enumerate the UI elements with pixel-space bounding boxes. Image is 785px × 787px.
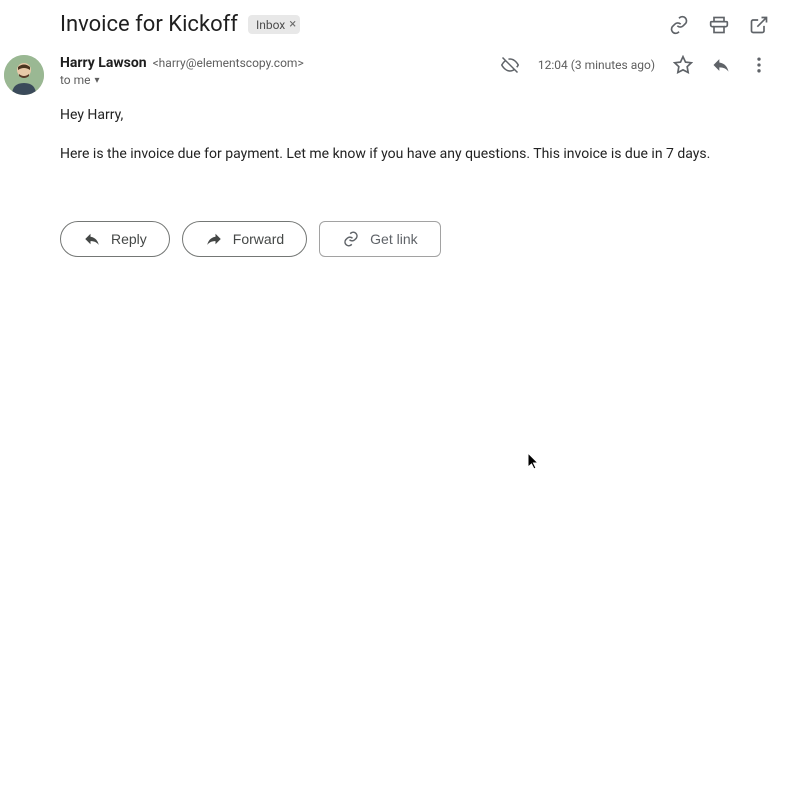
open-new-window-icon[interactable]	[749, 15, 769, 35]
action-buttons: Reply Forward Get link	[60, 221, 769, 257]
chevron-down-icon[interactable]: ▾	[95, 75, 100, 86]
header-actions	[669, 15, 769, 35]
reply-arrow-icon	[83, 230, 101, 248]
body-greeting: Hey Harry,	[60, 105, 769, 126]
get-link-button[interactable]: Get link	[319, 221, 440, 257]
close-icon[interactable]: ×	[289, 17, 296, 32]
body-paragraph: Here is the invoice due for payment. Let…	[60, 144, 769, 165]
sender-name[interactable]: Harry Lawson	[60, 55, 147, 71]
link-icon[interactable]	[669, 15, 689, 35]
inbox-label-chip[interactable]: Inbox ×	[248, 15, 300, 34]
label-text: Inbox	[256, 18, 285, 32]
link-icon	[342, 230, 360, 248]
reply-button[interactable]: Reply	[60, 221, 170, 257]
meta-actions: 12:04 (3 minutes ago)	[500, 55, 769, 75]
sender-info: Harry Lawson <harry@elementscopy.com> to…	[60, 55, 304, 87]
email-subject: Invoice for Kickoff	[60, 12, 238, 37]
tracking-disabled-icon[interactable]	[500, 55, 520, 75]
forward-arrow-icon	[205, 230, 223, 248]
forward-label: Forward	[233, 231, 284, 247]
email-body: Hey Harry, Here is the invoice due for p…	[60, 105, 769, 165]
recipient-line[interactable]: to me ▾	[60, 73, 304, 87]
reply-icon[interactable]	[711, 55, 731, 75]
sender-email: <harry@elementscopy.com>	[153, 56, 304, 70]
recipient-text: to me	[60, 73, 91, 87]
email-header: Invoice for Kickoff Inbox ×	[60, 8, 769, 55]
subject-group: Invoice for Kickoff Inbox ×	[60, 12, 300, 37]
cursor-pointer	[528, 453, 542, 475]
more-icon[interactable]	[749, 55, 769, 75]
forward-button[interactable]: Forward	[182, 221, 307, 257]
sender-row: Harry Lawson <harry@elementscopy.com> to…	[60, 55, 769, 87]
get-link-label: Get link	[370, 231, 417, 247]
timestamp: 12:04 (3 minutes ago)	[538, 58, 655, 72]
avatar[interactable]	[4, 55, 44, 95]
reply-label: Reply	[111, 231, 147, 247]
print-icon[interactable]	[709, 15, 729, 35]
star-icon[interactable]	[673, 55, 693, 75]
